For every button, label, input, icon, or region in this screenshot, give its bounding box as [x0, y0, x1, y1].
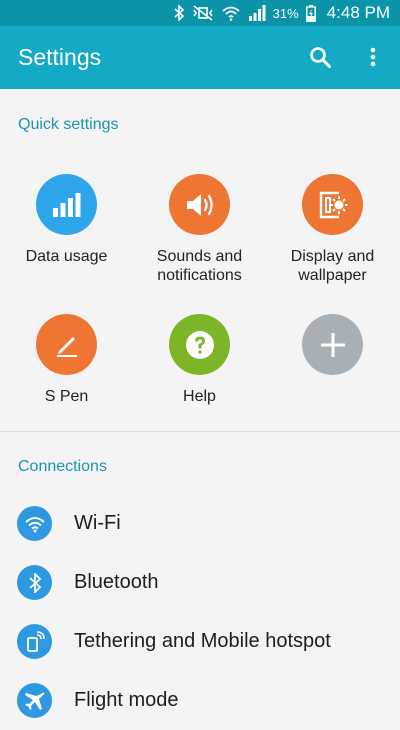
tile-label: Data usage [25, 248, 108, 265]
tile-label: Help [183, 388, 216, 405]
connections-header: Connections [18, 458, 107, 475]
list-item-label: Flight mode [74, 689, 179, 711]
more-vert-icon [370, 47, 376, 67]
search-button[interactable] [303, 40, 337, 74]
list-item-label: Tethering and Mobile hotspot [74, 630, 331, 652]
list-item-tethering[interactable]: Tethering and Mobile hotspot [0, 612, 400, 671]
tile-display-wallpaper[interactable]: Display and wallpaper [266, 174, 399, 285]
page-title: Settings [18, 44, 102, 70]
pen-icon [36, 314, 97, 375]
question-icon [169, 314, 230, 375]
battery-charging-icon [305, 4, 316, 22]
more-options-button[interactable] [358, 40, 388, 74]
tile-label: Display and wallpaper [290, 248, 375, 284]
search-icon [310, 47, 331, 68]
list-item-flight-mode[interactable]: Flight mode [0, 671, 400, 730]
list-item-label: Wi-Fi [74, 512, 121, 534]
tile-help[interactable]: Help [133, 314, 266, 406]
clock: 4:48 PM [326, 3, 390, 22]
bluetooth-icon [17, 565, 52, 600]
tile-label: S Pen [44, 388, 89, 405]
bluetooth-status-icon [173, 5, 185, 21]
tile-s-pen[interactable]: S Pen [0, 314, 133, 406]
tile-data-usage[interactable]: Data usage [0, 174, 133, 266]
section-divider [0, 431, 400, 432]
tethering-icon [17, 624, 52, 659]
vibrate-mute-icon [192, 5, 214, 21]
battery-percentage: 31% [272, 5, 299, 21]
list-item-label: Bluetooth [74, 571, 159, 593]
display-wallpaper-icon [302, 174, 363, 235]
tile-sounds-notifications[interactable]: Sounds and notifications [133, 174, 266, 285]
list-item-wifi[interactable]: Wi-Fi [0, 494, 400, 553]
airplane-icon [17, 683, 52, 718]
wifi-status-icon [221, 5, 241, 21]
app-bar: Settings [0, 26, 400, 89]
plus-icon [302, 314, 363, 375]
status-bar: 31% 4:48 PM [0, 0, 400, 26]
tile-add[interactable] [266, 314, 399, 375]
list-item-bluetooth[interactable]: Bluetooth [0, 553, 400, 612]
tile-label: Sounds and notifications [156, 248, 243, 284]
signal-icon [248, 5, 266, 21]
quick-settings-header: Quick settings [18, 116, 119, 133]
bar-chart-icon [36, 174, 97, 235]
speaker-icon [169, 174, 230, 235]
wifi-icon [17, 506, 52, 541]
